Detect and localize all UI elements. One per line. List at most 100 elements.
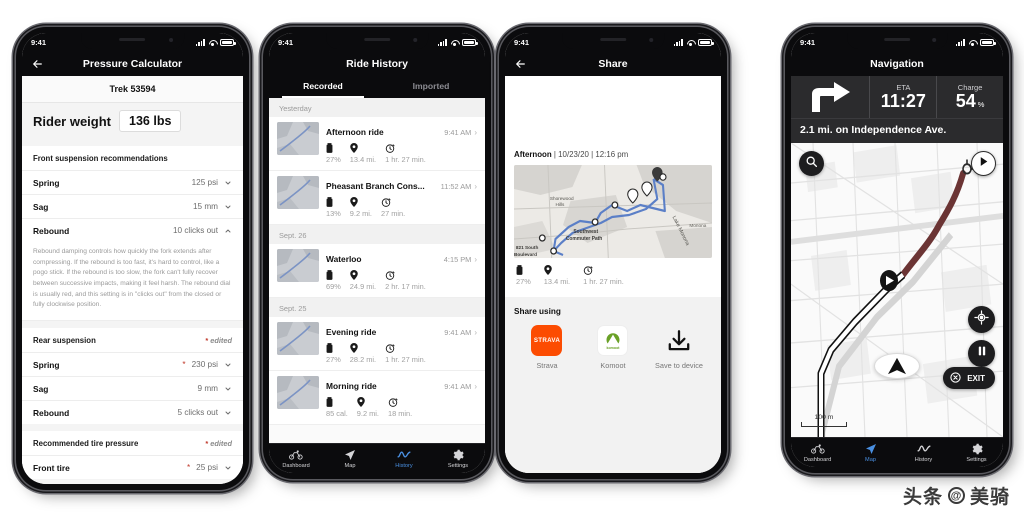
chevron-down-icon[interactable] — [224, 385, 232, 393]
chevron-right-icon[interactable]: › — [474, 255, 477, 264]
navigation-titlebar: Navigation — [791, 52, 1003, 76]
watermark-text-right: 美骑 — [969, 487, 1010, 508]
ride-duration: 2 hr. 17 min. — [385, 282, 426, 291]
locate-button[interactable] — [968, 306, 995, 333]
pause-button[interactable] — [968, 340, 995, 367]
battery-icon — [698, 39, 714, 46]
front-sag-row[interactable]: Sag 15 mm — [22, 194, 243, 218]
chevron-down-icon[interactable] — [224, 464, 232, 472]
tab-label: History — [914, 457, 933, 463]
rear-suspension-title: Rear suspension — [33, 336, 96, 346]
front-suspension-heading: Front suspension recommendations — [33, 154, 168, 163]
chevron-right-icon[interactable]: › — [474, 328, 477, 337]
chevron-right-icon[interactable]: › — [474, 382, 477, 391]
eta-cell: ETA 11:27 — [869, 76, 936, 118]
list-item[interactable]: Waterloo 4:15 PM › 69% 24.9 mi. 2 hr. 17 … — [269, 244, 485, 298]
stat-duration: 1 hr. 27 min. — [583, 265, 624, 286]
list-item[interactable]: Morning ride 9:41 AM › 85 cal. 9.2 mi. 18… — [269, 371, 485, 425]
tab-map[interactable]: Map — [844, 442, 897, 463]
stopwatch-icon — [583, 265, 593, 275]
front-tire-row[interactable]: Front tire * 25 psi — [22, 455, 243, 479]
compass-button[interactable] — [971, 151, 996, 176]
rear-sag-row[interactable]: Sag 9 mm — [22, 376, 243, 400]
bicycle-icon — [289, 448, 303, 461]
komoot-wordmark: komoot — [606, 345, 620, 350]
tab-map[interactable]: Map — [323, 448, 377, 469]
list-item[interactable]: Evening ride 9:41 AM › 27% 28.2 mi. 1 hr.… — [269, 317, 485, 371]
battery-vertical-icon — [326, 143, 333, 153]
tab-label: Dashboard — [803, 457, 832, 463]
rear-rebound-row[interactable]: Rebound 5 clicks out — [22, 400, 243, 424]
share-target-save-to-device[interactable]: Save to device — [646, 325, 711, 370]
tab-label: Settings — [966, 457, 987, 463]
share-using-label: Share using — [514, 307, 561, 316]
rider-weight-input[interactable]: 136 lbs — [119, 110, 182, 132]
share-target-strava[interactable]: STRAVA Strava — [514, 325, 579, 370]
chevron-down-icon[interactable] — [224, 361, 232, 369]
tire-pressure-card: Recommended tire pressure * edited Front … — [22, 431, 243, 480]
notch-camera — [648, 38, 653, 42]
rear-spring-row[interactable]: Spring * 230 psi — [22, 352, 243, 376]
share-distance: 13.4 mi. — [543, 277, 571, 286]
bottom-tab-bar: Dashboard Map History Settings — [269, 443, 485, 473]
chevron-down-icon[interactable] — [224, 409, 232, 417]
chevron-down-icon[interactable] — [224, 203, 232, 211]
battery-vertical-icon — [326, 197, 333, 207]
tab-history[interactable]: History — [897, 442, 950, 463]
front-rebound-row[interactable]: Rebound 10 clicks out — [22, 218, 243, 242]
charge-value: 54 — [955, 91, 976, 112]
exit-navigation-button[interactable]: EXIT — [943, 367, 995, 389]
navigation-map[interactable]: EXIT 100 m — [791, 143, 1003, 437]
search-button[interactable] — [799, 151, 824, 176]
tab-label: History — [395, 463, 413, 469]
page-title: Ride History — [346, 58, 408, 70]
status-time: 9:41 — [800, 38, 816, 47]
ride-time: 9:41 AM — [444, 128, 472, 137]
map-pin-icon — [357, 397, 365, 407]
ride-time: 9:41 AM — [444, 382, 472, 391]
ride-duration: 1 hr. 27 min. — [385, 155, 426, 164]
chevron-right-icon[interactable]: › — [474, 128, 477, 137]
back-arrow-icon[interactable] — [514, 58, 527, 71]
list-item[interactable]: Pheasant Branch Cons... 11:52 AM › 13% 9.… — [269, 171, 485, 225]
tab-imported[interactable]: Imported — [377, 76, 485, 98]
front-tire-value: 25 psi — [196, 463, 218, 473]
chevron-up-icon[interactable] — [224, 227, 232, 235]
tab-settings[interactable]: Settings — [431, 448, 485, 469]
front-rebound-help-text: Rebound damping controls how quickly the… — [22, 242, 243, 322]
tab-recorded[interactable]: Recorded — [269, 76, 377, 98]
ride-history-list[interactable]: Yesterday Afternoon ride 9:41 AM › 27% 13… — [269, 98, 485, 443]
route-map-preview[interactable]: Shorewood Hills Southwest Commuter Path … — [514, 165, 712, 258]
list-item[interactable]: Afternoon ride 9:41 AM › 27% 13.4 mi. 1 h… — [269, 117, 485, 171]
device-notch — [847, 33, 947, 49]
page-title: Navigation — [870, 58, 924, 70]
device-notch — [562, 33, 664, 49]
ride-summary-heading: Afternoon | 10/23/20 | 12:16 pm — [514, 150, 712, 159]
chevron-right-icon[interactable]: › — [474, 182, 477, 191]
ride-name: Morning ride — [326, 381, 377, 391]
tab-settings[interactable]: Settings — [950, 442, 1003, 463]
front-sag-label: Sag — [33, 201, 49, 212]
chevron-down-icon[interactable] — [224, 179, 232, 187]
svg-text:Southwest: Southwest — [573, 229, 598, 235]
back-arrow-icon[interactable] — [31, 58, 44, 71]
svg-text:Monona: Monona — [689, 223, 706, 229]
tab-dashboard[interactable]: Dashboard — [269, 448, 323, 469]
battery-icon — [220, 39, 236, 46]
front-spring-row[interactable]: Spring 125 psi — [22, 170, 243, 194]
ride-distance: 9.2 mi. — [356, 409, 379, 418]
tab-label: Dashboard — [282, 463, 310, 469]
share-target-komoot[interactable]: komoot Komoot — [580, 325, 645, 370]
edited-text: edited — [210, 439, 232, 449]
tire-pressure-heading: Recommended tire pressure * edited — [22, 431, 243, 455]
navigation-arrow-icon — [865, 442, 877, 455]
activity-chart-icon — [397, 448, 411, 461]
download-icon — [663, 325, 694, 356]
map-pin-icon — [350, 197, 358, 207]
tab-history[interactable]: History — [377, 448, 431, 469]
ride-clock: 12:16 pm — [595, 150, 629, 159]
share-target-label: Strava — [536, 361, 558, 370]
compass-arrow-icon — [977, 155, 990, 173]
page-title: Share — [598, 58, 628, 70]
tab-dashboard[interactable]: Dashboard — [791, 442, 844, 463]
